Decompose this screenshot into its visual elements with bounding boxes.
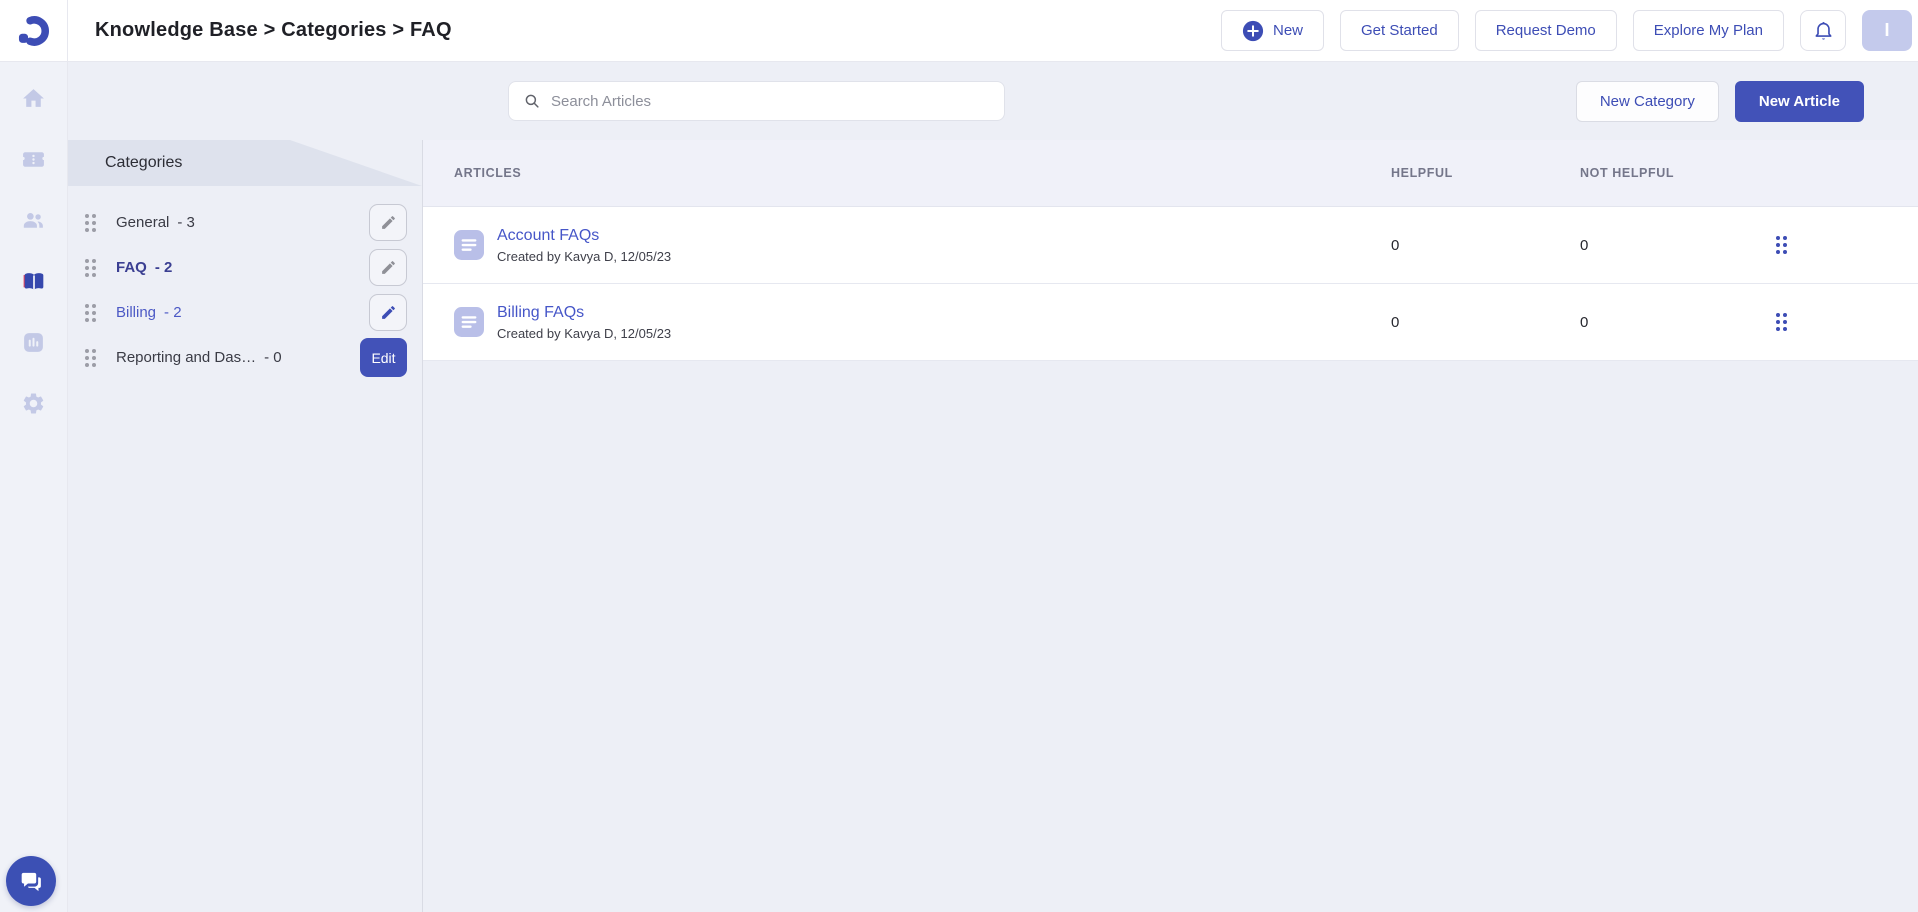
article-icon	[454, 230, 484, 260]
column-header-helpful: HELPFUL	[1391, 166, 1453, 180]
nav-contacts-icon[interactable]	[21, 207, 47, 233]
topbar-actions: New Get Started Request Demo Explore My …	[1220, 10, 1912, 51]
row-drag-handle-icon[interactable]	[1776, 313, 1780, 317]
avatar-initial: I	[1884, 20, 1890, 40]
article-meta: Created by Kavya D, 12/05/23	[497, 325, 672, 341]
request-demo-button[interactable]: Request Demo	[1474, 10, 1617, 51]
edit-category-button[interactable]: Edit	[360, 338, 407, 377]
article-icon	[454, 307, 484, 337]
drag-handle-icon[interactable]	[85, 258, 89, 263]
get-started-button[interactable]: Get Started	[1340, 10, 1459, 51]
search-box	[508, 81, 1005, 121]
nav-settings-icon[interactable]	[21, 390, 47, 416]
left-nav-rail	[0, 62, 68, 912]
edit-category-button[interactable]	[369, 294, 407, 331]
column-header-articles: ARTICLES	[454, 166, 522, 180]
edit-category-button[interactable]	[369, 249, 407, 286]
table-row[interactable]: Account FAQs Created by Kavya D, 12/05/2…	[423, 207, 1918, 284]
edit-category-button[interactable]	[369, 204, 407, 241]
categories-panel: Categories General - 3 FAQ - 2 Billing -…	[68, 140, 423, 912]
category-item-faq[interactable]: FAQ - 2	[68, 245, 422, 290]
article-title-link[interactable]: Billing FAQs	[497, 304, 671, 322]
chat-icon	[21, 872, 41, 892]
pencil-icon	[381, 216, 395, 229]
nav-tickets-icon[interactable]	[21, 146, 47, 172]
drag-handle-icon[interactable]	[85, 303, 89, 308]
column-header-not-helpful: NOT HELPFUL	[1580, 166, 1675, 180]
category-label[interactable]: Billing - 2	[116, 304, 182, 321]
articles-table: ARTICLES HELPFUL NOT HELPFUL Account FAQ…	[423, 140, 1918, 912]
article-title-link[interactable]: Account FAQs	[497, 227, 671, 245]
chat-widget-button[interactable]	[6, 856, 56, 906]
nav-home-icon[interactable]	[21, 85, 47, 111]
helpful-count: 0	[1391, 313, 1400, 331]
drag-handle-icon[interactable]	[85, 213, 89, 218]
drag-handle-icon[interactable]	[85, 348, 89, 353]
content-area: New Category New Article Categories Gene…	[68, 62, 1918, 912]
new-category-button[interactable]: New Category	[1575, 80, 1719, 122]
table-header: ARTICLES HELPFUL NOT HELPFUL	[423, 140, 1918, 207]
row-drag-handle-icon[interactable]	[1776, 236, 1780, 240]
not-helpful-count: 0	[1580, 313, 1589, 331]
pencil-icon	[381, 306, 395, 319]
category-item-general[interactable]: General - 3	[68, 200, 422, 245]
breadcrumb[interactable]: Knowledge Base > Categories > FAQ	[95, 19, 452, 42]
bell-icon	[1814, 21, 1832, 40]
plus-circle-icon	[1242, 20, 1264, 41]
user-avatar[interactable]: I	[1862, 10, 1912, 51]
nav-reports-icon[interactable]	[21, 329, 47, 355]
helpful-count: 0	[1391, 236, 1400, 254]
table-row[interactable]: Billing FAQs Created by Kavya D, 12/05/2…	[423, 284, 1918, 361]
search-icon	[523, 92, 541, 110]
logo-icon	[18, 15, 49, 46]
categories-list: General - 3 FAQ - 2 Billing - 2 Reportin…	[68, 186, 422, 380]
nav-knowledge-base-icon[interactable]	[21, 268, 47, 294]
categories-panel-title: Categories	[68, 140, 422, 186]
top-bar: Knowledge Base > Categories > FAQ New Ge…	[0, 0, 1918, 62]
explore-my-plan-button[interactable]: Explore My Plan	[1632, 10, 1784, 51]
search-articles-input[interactable]	[551, 82, 1004, 120]
new-button-label: New	[1272, 22, 1303, 39]
category-label[interactable]: FAQ - 2	[116, 259, 172, 276]
category-label[interactable]: Reporting and Das… - 0	[116, 349, 282, 366]
pencil-icon	[381, 261, 395, 274]
not-helpful-count: 0	[1580, 236, 1589, 254]
articles-toolbar: New Category New Article	[68, 62, 1918, 140]
article-meta: Created by Kavya D, 12/05/23	[497, 248, 672, 264]
new-button[interactable]: New	[1220, 10, 1324, 51]
notifications-button[interactable]	[1800, 10, 1846, 51]
new-article-button[interactable]: New Article	[1734, 80, 1864, 122]
app-logo[interactable]	[0, 0, 68, 61]
category-item-billing[interactable]: Billing - 2	[68, 290, 422, 335]
app: Knowledge Base > Categories > FAQ New Ge…	[0, 0, 1918, 912]
category-item-reporting[interactable]: Reporting and Das… - 0 Edit	[68, 335, 422, 380]
category-label[interactable]: General - 3	[116, 214, 195, 231]
